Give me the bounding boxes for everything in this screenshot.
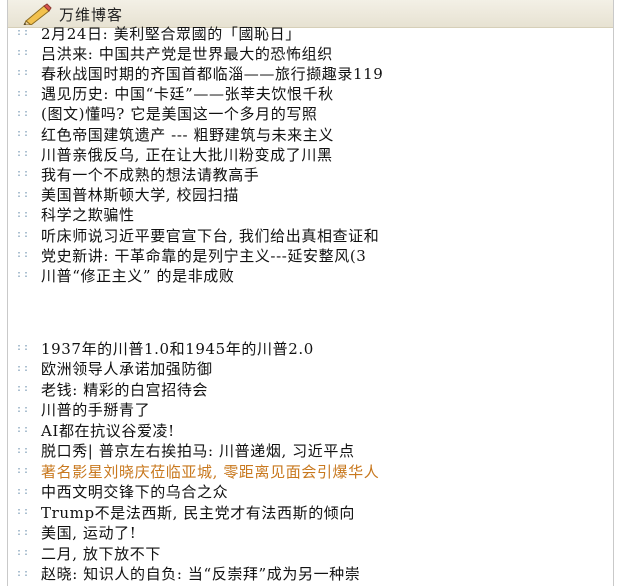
list-item[interactable]: :: 吕洪来: 中国共产党是世界最大的恐怖组织: [8, 43, 613, 63]
article-link[interactable]: 老钱: 精彩的白宫招待会: [41, 379, 208, 400]
article-link[interactable]: 遇见历史: 中国“卡廷”——张莘夫饮恨千秋: [41, 83, 334, 104]
list-item[interactable]: :: 川普亲俄反乌, 正在让大批川粉变成了川黑: [8, 144, 613, 164]
list-item[interactable]: :: 中西文明交锋下的乌合之众: [8, 482, 613, 502]
bullet-icon: ::: [16, 444, 31, 456]
article-link[interactable]: AI都在抗议谷爱凌!: [41, 420, 175, 441]
article-link[interactable]: Trump不是法西斯, 民主党才有法西斯的倾向: [41, 502, 355, 523]
list-item[interactable]: :: 美国普林斯顿大学, 校园扫描: [8, 185, 613, 205]
article-link[interactable]: 脱口秀| 普京左右挨拍马: 川普递烟, 习近平点: [41, 440, 355, 461]
bullet-icon: ::: [16, 87, 31, 99]
list-item[interactable]: :: 赵晓: 知识人的自负: 当“反崇拜”成为另一种崇: [8, 564, 613, 584]
article-link[interactable]: 赵晓: 知识人的自负: 当“反崇拜”成为另一种崇: [41, 563, 360, 584]
bullet-icon: ::: [16, 67, 31, 79]
list-item[interactable]: :: 我有一个不成熟的想法请教高手: [8, 164, 613, 184]
article-link[interactable]: 听床师说习近平要官宣下台, 我们给出真相查证和: [41, 225, 379, 246]
article-link[interactable]: 2月24日: 美利堅合眾國的「國恥日」: [41, 23, 301, 44]
article-link[interactable]: 美国普林斯顿大学, 校园扫描: [41, 184, 239, 205]
bullet-icon: ::: [16, 403, 31, 415]
list-item[interactable]: :: 脱口秀| 普京左右挨拍马: 川普递烟, 习近平点: [8, 441, 613, 461]
list-item[interactable]: :: 著名影星刘晓庆莅临亚城, 零距离见面会引爆华人: [8, 461, 613, 481]
list-item[interactable]: :: 遇见历史: 中国“卡廷”——张莘夫饮恨千秋: [8, 84, 613, 104]
list-item[interactable]: :: Trump不是法西斯, 民主党才有法西斯的倾向: [8, 502, 613, 522]
article-link[interactable]: 二月, 放下放不下: [41, 543, 161, 564]
list-item[interactable]: :: 欧洲领导人承诺加强防御: [8, 359, 613, 379]
list-item[interactable]: :: 川普“修正主义” 的是非成败: [8, 265, 613, 285]
bullet-icon: ::: [16, 485, 31, 497]
bullet-icon: ::: [16, 229, 31, 240]
article-link[interactable]: 春秋战国时期的齐国首都临淄——旅行撷趣录119: [41, 63, 383, 84]
bullet-icon: ::: [16, 547, 31, 558]
bullet-icon: ::: [16, 383, 31, 394]
article-link[interactable]: 川普“修正主义” 的是非成败: [41, 265, 235, 286]
article-link[interactable]: 著名影星刘晓庆莅临亚城, 零距离见面会引爆华人: [41, 461, 379, 482]
bullet-icon: ::: [16, 168, 31, 180]
bullet-icon: ::: [16, 342, 31, 353]
list-item[interactable]: :: 二月, 放下放不下: [8, 543, 613, 563]
article-link[interactable]: 美国, 运动了!: [41, 522, 136, 543]
article-link[interactable]: 我有一个不成熟的想法请教高手: [41, 164, 259, 185]
list-item[interactable]: :: 老钱: 精彩的白宫招待会: [8, 379, 613, 399]
bullet-icon: ::: [16, 526, 31, 538]
bullet-icon: ::: [16, 567, 31, 579]
list-item[interactable]: :: 川普的手掰青了: [8, 400, 613, 420]
list-item[interactable]: :: 红色帝国建筑遗产 --- 粗野建筑与未来主义: [8, 124, 613, 144]
list-item[interactable]: :: AI都在抗议谷爱凌!: [8, 420, 613, 440]
article-link[interactable]: (图文)懂吗? 它是美国这一个多月的写照: [41, 103, 318, 124]
list-item[interactable]: :: 1937年的川普1.0和1945年的川普2.0: [8, 338, 613, 358]
list-item[interactable]: :: 听床师说习近平要官宣下台, 我们给出真相查证和: [8, 225, 613, 245]
list-item[interactable]: :: 春秋战国时期的齐国首都临淄——旅行撷趣录119: [8, 63, 613, 83]
bullet-icon: ::: [16, 148, 31, 160]
list-item[interactable]: :: 党史新讲: 干革命靠的是列宁主义---延安整风(3: [8, 245, 613, 265]
bullet-icon: ::: [16, 128, 31, 139]
blog-list-panel: 万维博客 :: 2月24日: 美利堅合眾國的「國恥日」:: 吕洪来: 中国共产党是世…: [7, 0, 614, 586]
list-item[interactable]: :: (图文)懂吗? 它是美国这一个多月的写照: [8, 104, 613, 124]
bullet-icon: ::: [16, 424, 31, 435]
article-link[interactable]: 红色帝国建筑遗产 --- 粗野建筑与未来主义: [41, 124, 334, 145]
article-link[interactable]: 科学之欺骗性: [41, 204, 135, 225]
bullet-icon: ::: [16, 208, 31, 220]
bullet-icon: ::: [16, 107, 31, 119]
bullet-icon: ::: [16, 362, 31, 374]
bullet-icon: ::: [16, 47, 31, 59]
article-link[interactable]: 川普亲俄反乌, 正在让大批川粉变成了川黑: [41, 144, 333, 165]
article-link[interactable]: 川普的手掰青了: [41, 399, 150, 420]
article-link[interactable]: 党史新讲: 干革命靠的是列宁主义---延安整风(3: [41, 245, 366, 266]
bullet-icon: ::: [16, 465, 31, 476]
list-item[interactable]: :: 科学之欺骗性: [8, 205, 613, 225]
article-link[interactable]: 中西文明交锋下的乌合之众: [41, 481, 228, 502]
list-item[interactable]: :: 2月24日: 美利堅合眾國的「國恥日」: [8, 23, 613, 43]
bullet-icon: ::: [16, 27, 31, 38]
article-link[interactable]: 欧洲领导人承诺加强防御: [41, 358, 213, 379]
bullet-icon: ::: [16, 506, 31, 517]
article-link[interactable]: 吕洪来: 中国共产党是世界最大的恐怖组织: [41, 43, 333, 64]
list-item[interactable]: :: 美国, 运动了!: [8, 523, 613, 543]
bullet-icon: ::: [16, 269, 31, 281]
bullet-icon: ::: [16, 188, 31, 200]
article-link[interactable]: 1937年的川普1.0和1945年的川普2.0: [41, 338, 314, 359]
bullet-icon: ::: [16, 249, 31, 261]
